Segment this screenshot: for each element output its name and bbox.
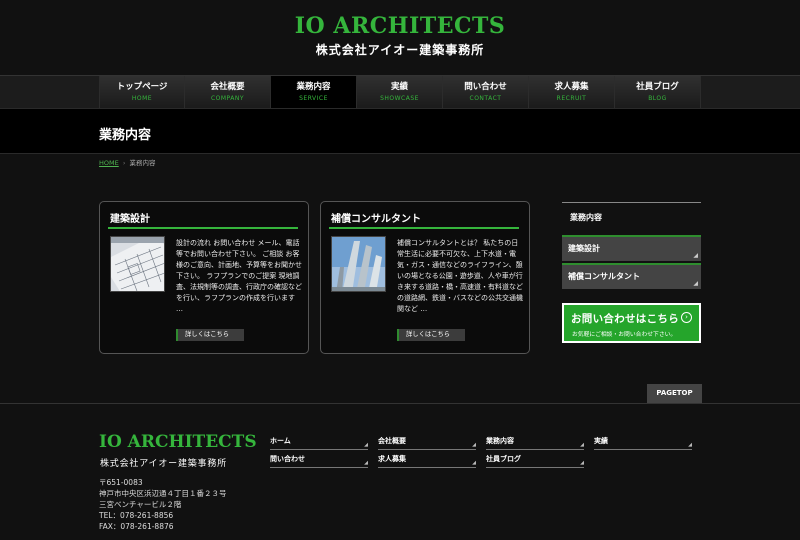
nav-item-label: 業務内容 (296, 82, 331, 92)
card-description: 設計の流れ お問い合わせ メール、電話等でお問い合わせ下さい。 ご相談 お客様の… (176, 239, 302, 313)
nav-item-label: 会社概要 (210, 82, 245, 92)
contact-banner-button[interactable]: お問い合わせはこちら › お気軽にご相談・お問い合わせ下さい。 (562, 303, 701, 343)
card-description: 補償コンサルタントとは？ 私たちの日常生活に必要不可欠な、上下水道・電気・ガス・… (397, 239, 523, 313)
corner-arrow-icon: ◢ (364, 442, 368, 448)
corner-arrow-icon: ◢ (364, 460, 368, 466)
blueprint-photo-icon (110, 236, 165, 292)
nav-item-company[interactable]: 会社概要 COMPANY (185, 76, 271, 108)
service-card-architecture: 建築設計 設計の流れ お問い合わせ メール、電話等でお問い合わせ下さい。 ご相談… (99, 201, 309, 354)
footer-link-label: 会社概要 (378, 437, 406, 445)
nav-item-sublabel: CONTACT (469, 95, 502, 102)
nav-item-service[interactable]: 業務内容 SERVICE (271, 76, 357, 108)
card-divider (108, 227, 298, 229)
footer-logo-japanese: 株式会社アイオー建築事務所 (100, 459, 227, 469)
main-navigation: トップページ HOME 会社概要 COMPANY 業務内容 SERVICE 実績… (0, 75, 800, 108)
page-title: 業務内容 (99, 128, 152, 143)
nav-item-home[interactable]: トップページ HOME (99, 76, 185, 108)
sidebar-item-compensation-consultant[interactable]: 補償コンサルタント ◢ (562, 263, 701, 289)
breadcrumb-current: 業務内容 (129, 159, 156, 167)
details-button[interactable]: 詳しくはこちら (397, 329, 465, 341)
corner-arrow-icon: ◢ (688, 442, 692, 448)
footer-link-label: 業務内容 (486, 437, 514, 445)
footer-link-contact[interactable]: 問い合わせ ◢ (270, 454, 368, 468)
nav-item-sublabel: SERVICE (299, 95, 328, 102)
nav-item-label: 実績 (390, 82, 408, 92)
footer-link-company[interactable]: 会社概要 ◢ (378, 436, 476, 450)
corner-arrow-icon: ◢ (693, 252, 698, 259)
nav-item-recruit[interactable]: 求人募集 RECRUIT (529, 76, 615, 108)
card-title: 建築設計 (110, 214, 150, 225)
corner-arrow-icon: ◢ (693, 280, 698, 287)
footer-address-line: 三宮ベンチャービル２階 (99, 500, 182, 509)
nav-item-label: 問い合わせ (464, 82, 507, 92)
footer-link-blog[interactable]: 社員ブログ ◢ (486, 454, 584, 468)
site-footer: IO ARCHITECTS 株式会社アイオー建築事務所 〒651-0083 神戸… (0, 403, 800, 540)
sidebar-item-architecture[interactable]: 建築設計 ◢ (562, 235, 701, 261)
contact-banner-title: お問い合わせはこちら (571, 313, 679, 325)
site-logo[interactable]: IO ARCHITECTS (0, 13, 800, 39)
sidebar-item-label: 補償コンサルタント (568, 272, 640, 281)
nav-item-label: トップページ (116, 82, 168, 92)
corner-arrow-icon: ◢ (472, 442, 476, 448)
footer-link-label: 実績 (594, 437, 608, 445)
footer-address-line: 神戸市中央区浜辺通４丁目１番２３号 (99, 489, 227, 498)
building-photo-icon (331, 236, 386, 292)
sidebar-heading: 業務内容 (562, 202, 701, 232)
card-title: 補償コンサルタント (331, 214, 421, 225)
nav-item-sublabel: BLOG (648, 95, 667, 102)
footer-postal-code: 〒651-0083 (99, 478, 143, 487)
service-card-compensation-consultant: 補償コンサルタント 補償コンサルタントとは？ 私たちの日常生活に必要不可欠な、上… (320, 201, 530, 354)
nav-item-label: 求人募集 (554, 82, 589, 92)
contact-banner-subtitle: お気軽にご相談・お問い合わせ下さい。 (572, 332, 677, 338)
site-header: IO ARCHITECTS 株式会社アイオー建築事務所 (0, 0, 800, 75)
footer-logo[interactable]: IO ARCHITECTS (99, 432, 257, 452)
nav-item-sublabel: HOME (131, 95, 153, 102)
footer-link-label: 求人募集 (378, 455, 406, 463)
footer-link-showcase[interactable]: 実績 ◢ (594, 436, 692, 450)
footer-link-label: ホーム (270, 437, 291, 445)
arrow-right-circle-icon: › (681, 312, 692, 323)
footer-link-label: 社員ブログ (486, 455, 521, 463)
page-title-band: 業務内容 (0, 108, 800, 154)
footer-link-label: 問い合わせ (270, 455, 305, 463)
card-divider (329, 227, 519, 229)
footer-fax: FAX：078-261-8876 (99, 522, 174, 531)
nav-item-sublabel: SHOWCASE (380, 95, 419, 102)
breadcrumb-separator: › (122, 159, 126, 167)
sidebar-item-label: 建築設計 (568, 244, 600, 253)
footer-link-recruit[interactable]: 求人募集 ◢ (378, 454, 476, 468)
footer-phone: TEL：078-261-8856 (99, 511, 174, 520)
footer-link-home[interactable]: ホーム ◢ (270, 436, 368, 450)
breadcrumb: HOME › 業務内容 (99, 157, 156, 167)
footer-link-service[interactable]: 業務内容 ◢ (486, 436, 584, 450)
corner-arrow-icon: ◢ (580, 460, 584, 466)
nav-item-contact[interactable]: 問い合わせ CONTACT (443, 76, 529, 108)
page-top-button[interactable]: PAGETOP (647, 384, 702, 403)
details-button[interactable]: 詳しくはこちら (176, 329, 244, 341)
site-logo-japanese: 株式会社アイオー建築事務所 (315, 43, 485, 57)
nav-item-showcase[interactable]: 実績 SHOWCASE (357, 76, 443, 108)
nav-item-sublabel: RECRUIT (556, 95, 587, 102)
corner-arrow-icon: ◢ (472, 460, 476, 466)
nav-item-sublabel: COMPANY (210, 95, 245, 102)
nav-item-label: 社員ブログ (636, 82, 679, 92)
breadcrumb-home-link[interactable]: HOME (99, 159, 119, 167)
nav-item-blog[interactable]: 社員ブログ BLOG (615, 76, 701, 108)
corner-arrow-icon: ◢ (580, 442, 584, 448)
